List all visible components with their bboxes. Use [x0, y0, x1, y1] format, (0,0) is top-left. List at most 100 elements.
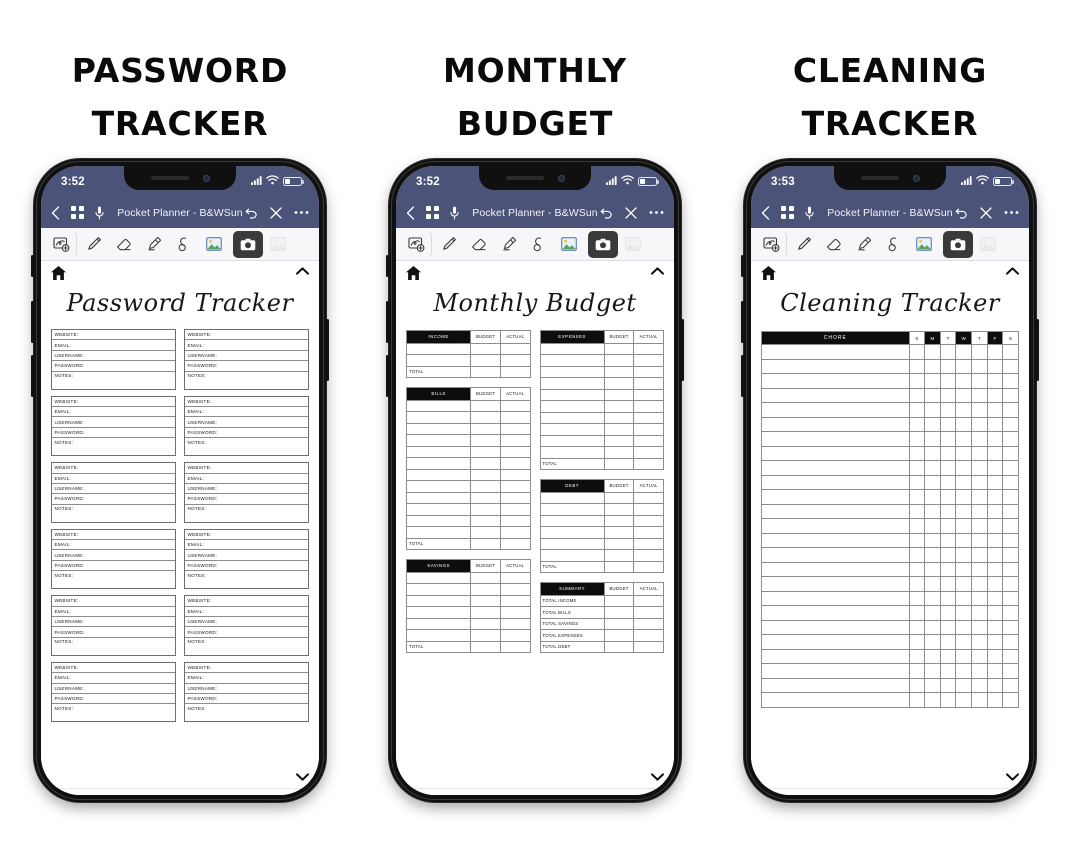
budget-actual-cell[interactable] — [633, 549, 664, 562]
chore-day-checkbox-cell[interactable] — [955, 532, 973, 548]
chore-day-checkbox-cell[interactable] — [1002, 373, 1019, 389]
chore-day-checkbox-cell[interactable] — [939, 387, 957, 403]
summary-budget-cell[interactable] — [603, 606, 635, 619]
volume-button[interactable] — [386, 355, 389, 397]
chore-name-cell[interactable] — [761, 692, 910, 708]
chore-day-checkbox-cell[interactable] — [1002, 431, 1019, 447]
shape-icon[interactable] — [879, 231, 909, 258]
back-icon[interactable] — [406, 205, 415, 220]
chore-day-checkbox-cell[interactable] — [924, 387, 941, 403]
budget-entry-row[interactable] — [539, 491, 664, 504]
planner-page-canvas[interactable]: Password Tracker WEBSITE: EMAIL: USERNAME: P… — [41, 261, 319, 795]
chore-day-checkbox-cell[interactable] — [924, 619, 941, 635]
budget-amount-cell[interactable] — [470, 491, 501, 504]
password-field-password[interactable]: PASSWORD: — [52, 428, 175, 439]
chore-day-checkbox-cell[interactable] — [986, 634, 1004, 650]
password-field-password[interactable]: PASSWORD: — [52, 361, 175, 372]
chore-day-checkbox-cell[interactable] — [939, 692, 957, 708]
undo-icon[interactable] — [955, 207, 968, 219]
chore-day-checkbox-cell[interactable] — [908, 648, 926, 664]
chore-row[interactable] — [761, 358, 1019, 374]
budget-total-amount[interactable] — [470, 537, 501, 550]
budget-entry-row[interactable] — [539, 377, 664, 390]
chore-name-cell[interactable] — [761, 431, 910, 447]
chore-day-checkbox-cell[interactable] — [908, 605, 926, 621]
chore-row[interactable] — [761, 648, 1019, 664]
shape-icon[interactable] — [524, 231, 554, 258]
chore-row[interactable] — [761, 402, 1019, 418]
chore-day-checkbox-cell[interactable] — [971, 576, 988, 592]
budget-total-actual[interactable] — [499, 640, 531, 653]
budget-entry-row[interactable] — [405, 434, 531, 447]
chore-day-checkbox-cell[interactable] — [971, 547, 988, 563]
chore-name-cell[interactable] — [761, 634, 910, 650]
chore-day-checkbox-cell[interactable] — [939, 590, 957, 606]
chore-day-checkbox-cell[interactable] — [971, 402, 988, 418]
budget-total-amount[interactable] — [603, 560, 635, 573]
chore-day-checkbox-cell[interactable] — [955, 590, 973, 606]
budget-entry-row[interactable] — [539, 411, 664, 424]
password-field-password[interactable]: PASSWORD: — [52, 494, 175, 505]
chore-day-checkbox-cell[interactable] — [971, 619, 988, 635]
password-field-username[interactable]: USERNAME: — [185, 484, 308, 495]
budget-entry-row[interactable] — [405, 480, 531, 493]
password-field-website[interactable]: WEBSITE: — [185, 330, 308, 341]
chore-day-checkbox-cell[interactable] — [924, 344, 941, 360]
budget-actual-cell[interactable] — [499, 606, 531, 619]
budget-entry-row[interactable] — [405, 503, 531, 516]
chore-day-checkbox-cell[interactable] — [939, 474, 957, 490]
password-entry-block[interactable]: WEBSITE: EMAIL: USERNAME: PASSWORD: NOTES: — [51, 462, 176, 523]
chore-day-checkbox-cell[interactable] — [971, 387, 988, 403]
power-button[interactable] — [681, 319, 684, 381]
budget-total-amount[interactable] — [470, 365, 501, 378]
home-icon[interactable] — [761, 266, 776, 280]
chore-day-checkbox-cell[interactable] — [986, 663, 1004, 679]
chore-day-checkbox-cell[interactable] — [955, 561, 973, 577]
chore-day-checkbox-cell[interactable] — [971, 460, 988, 476]
budget-item-cell[interactable] — [405, 491, 472, 504]
chore-day-checkbox-cell[interactable] — [1002, 474, 1019, 490]
chore-name-cell[interactable] — [761, 416, 910, 432]
budget-actual-cell[interactable] — [633, 423, 664, 436]
budget-item-cell[interactable] — [539, 411, 605, 424]
budget-actual-cell[interactable] — [499, 629, 531, 642]
budget-entry-row[interactable] — [405, 445, 531, 458]
budget-actual-cell[interactable] — [633, 514, 664, 527]
password-field-email[interactable]: EMAIL: — [185, 673, 308, 684]
budget-entry-row[interactable] — [539, 549, 664, 562]
password-field-email[interactable]: EMAIL: — [185, 340, 308, 351]
close-icon[interactable] — [980, 206, 992, 219]
chore-day-checkbox-cell[interactable] — [939, 460, 957, 476]
budget-item-cell[interactable] — [405, 629, 472, 642]
budget-total-actual[interactable] — [633, 560, 664, 573]
budget-actual-cell[interactable] — [499, 422, 531, 435]
chore-day-checkbox-cell[interactable] — [1002, 561, 1019, 577]
chore-day-checkbox-cell[interactable] — [971, 605, 988, 621]
chore-day-checkbox-cell[interactable] — [924, 503, 941, 519]
chore-row[interactable] — [761, 445, 1019, 461]
password-field-website[interactable]: WEBSITE: — [185, 397, 308, 407]
budget-entry-row[interactable] — [539, 526, 664, 539]
budget-amount-cell[interactable] — [603, 388, 635, 401]
budget-item-cell[interactable] — [539, 491, 605, 504]
back-icon[interactable] — [51, 205, 60, 220]
budget-actual-cell[interactable] — [633, 400, 664, 413]
chore-day-checkbox-cell[interactable] — [1002, 387, 1019, 403]
budget-actual-cell[interactable] — [499, 399, 531, 412]
chore-day-checkbox-cell[interactable] — [971, 590, 988, 606]
chore-day-checkbox-cell[interactable] — [955, 344, 973, 360]
budget-total-actual[interactable] — [499, 537, 531, 550]
password-field-email[interactable]: EMAIL: — [52, 474, 175, 484]
microphone-icon[interactable] — [95, 206, 104, 220]
budget-item-cell[interactable] — [539, 365, 605, 378]
password-field-password[interactable]: PASSWORD: — [52, 694, 175, 705]
password-entry-block[interactable]: WEBSITE: EMAIL: USERNAME: PASSWORD: NOTES: — [184, 462, 309, 523]
chore-day-checkbox-cell[interactable] — [939, 576, 957, 592]
chore-day-checkbox-cell[interactable] — [971, 344, 988, 360]
budget-entry-row[interactable] — [539, 446, 664, 459]
budget-amount-cell[interactable] — [470, 617, 501, 630]
undo-icon[interactable] — [600, 207, 613, 219]
budget-entry-row[interactable] — [539, 388, 664, 401]
password-field-password[interactable]: PASSWORD: — [185, 627, 308, 638]
pen-icon[interactable] — [789, 231, 819, 258]
